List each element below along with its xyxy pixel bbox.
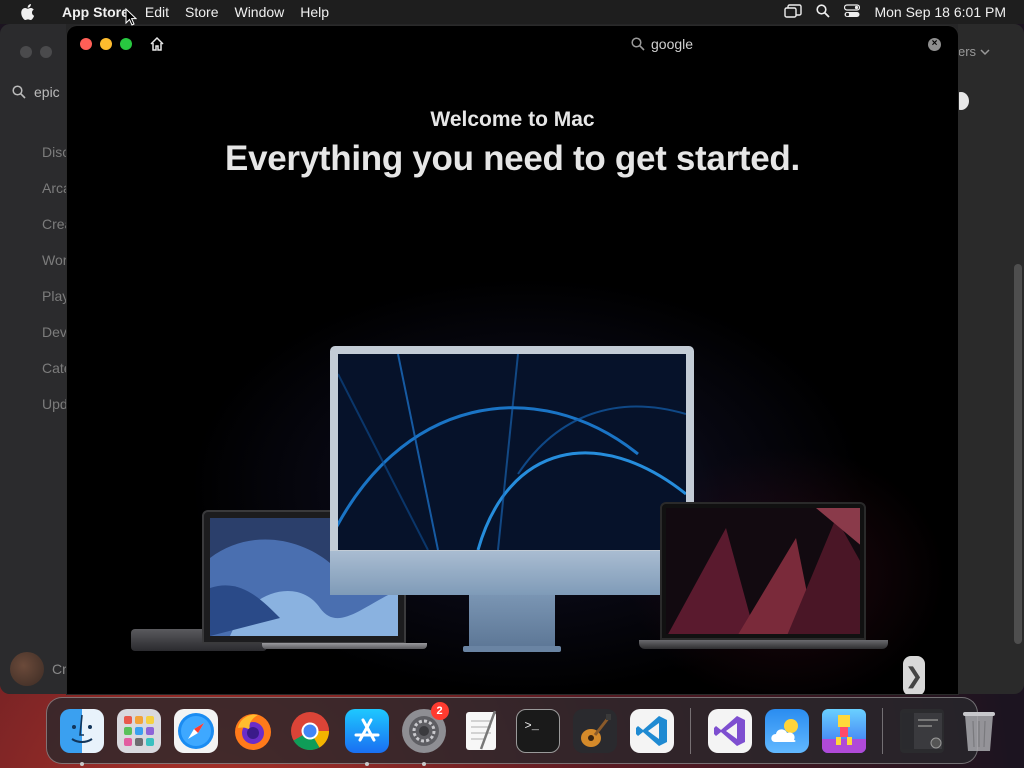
imac-stand [469, 595, 555, 651]
macbook-pro-image [660, 502, 866, 640]
imac-image [330, 346, 694, 554]
zoom-button[interactable] [120, 38, 132, 50]
dock-item-vscode[interactable] [627, 706, 677, 756]
sidebar-item-play[interactable]: Play [42, 278, 66, 314]
sidebar-item-create[interactable]: Create [42, 206, 66, 242]
app-store-search-value[interactable]: epic [34, 84, 60, 100]
app-store-sidebar-nav: Discover Arcade Create Work Play Develop… [42, 134, 66, 422]
account-label: Cr [52, 661, 67, 677]
chevron-down-icon [980, 49, 990, 56]
sidebar-item-develop[interactable]: Develop [42, 314, 66, 350]
dock-item-garageband[interactable] [570, 706, 620, 756]
finder-icon [59, 708, 104, 753]
account-button[interactable]: Cr [10, 652, 67, 686]
trash-icon [957, 709, 1001, 753]
inactive-minimize-button[interactable] [40, 46, 52, 58]
mouse-cursor-icon [125, 7, 138, 31]
dock-item-trash[interactable] [954, 706, 1004, 756]
clear-search-icon[interactable]: × [928, 37, 941, 51]
search-icon [631, 37, 645, 51]
running-indicator [79, 761, 84, 766]
sidebar-item-discover[interactable]: Discover [42, 134, 66, 170]
sidebar-item-updates[interactable]: Updates [42, 386, 66, 422]
weather-icon [764, 708, 809, 753]
home-icon[interactable] [149, 36, 165, 52]
dock-item-app-store[interactable] [342, 706, 392, 766]
inactive-window-controls [20, 46, 52, 58]
window-controls [80, 38, 132, 50]
inactive-close-button[interactable] [20, 46, 32, 58]
menu-help[interactable]: Help [292, 0, 337, 24]
welcome-search-field[interactable]: × [625, 33, 947, 55]
running-indicator [421, 761, 426, 766]
dock-item-terminal[interactable]: >_ [513, 706, 563, 756]
dock-item-finder[interactable] [57, 706, 107, 766]
menu-window[interactable]: Window [226, 0, 292, 24]
dock-item-textedit[interactable] [456, 706, 506, 756]
running-indicator [364, 761, 369, 766]
sidebar-item-categories[interactable]: Categories [42, 350, 66, 386]
launchpad-icon [116, 708, 161, 753]
spotlight-search-icon[interactable] [816, 3, 831, 21]
menu-edit[interactable]: Edit [137, 0, 177, 24]
dock-item-launchpad[interactable] [114, 706, 164, 756]
visual-studio-icon [707, 708, 752, 753]
apple-menu-icon[interactable] [0, 3, 54, 21]
dock-item-visual-studio[interactable] [705, 706, 755, 756]
search-input[interactable] [651, 36, 928, 52]
textedit-icon [459, 709, 503, 753]
terminal-prompt: >_ [524, 718, 539, 733]
sidebar-item-arcade[interactable]: Arcade [42, 170, 66, 206]
macbook-air-base [262, 643, 427, 649]
dock-separator [690, 707, 691, 754]
safari-icon [173, 708, 218, 753]
firefox-icon [231, 709, 275, 753]
dock: 2 >_ [46, 697, 995, 766]
dock-item-safari[interactable] [171, 706, 221, 756]
dock-item-firefox[interactable] [228, 706, 278, 756]
filter-dropdown[interactable]: ers [958, 44, 990, 59]
close-button[interactable] [80, 38, 92, 50]
terminal-icon: >_ [515, 708, 560, 753]
filter-label: ers [958, 44, 977, 59]
avatar [10, 652, 44, 686]
scrollbar-thumb[interactable] [1014, 264, 1022, 644]
screen-mirroring-icon[interactable] [784, 3, 803, 21]
dock-item-system-settings[interactable]: 2 [399, 701, 449, 766]
app-store-icon [344, 708, 389, 753]
dock-item-game[interactable] [819, 706, 869, 756]
imac-foot [463, 646, 561, 652]
game-icon [821, 708, 866, 753]
minimize-button[interactable] [100, 38, 112, 50]
search-icon [12, 85, 26, 99]
welcome-title: Everything you need to get started. [225, 139, 800, 178]
menu-store[interactable]: Store [177, 0, 226, 24]
dock-item-recent-window[interactable] [897, 706, 947, 756]
menu-clock[interactable]: Mon Sep 18 6:01 PM [874, 4, 1006, 20]
chrome-icon [288, 709, 332, 753]
welcome-to-mac-window: × Welcome to Mac Everything you need to … [67, 26, 958, 694]
imac-chin [330, 551, 694, 595]
menu-bar: App Store Edit Store Window Help Mon Sep… [0, 0, 1024, 24]
sidebar-item-work[interactable]: Work [42, 242, 66, 278]
dock-item-weather[interactable] [762, 706, 812, 756]
dock-separator [882, 707, 883, 754]
next-page-button[interactable]: ❯ [903, 656, 925, 694]
control-center-icon[interactable] [844, 3, 861, 21]
window-thumbnail-icon [899, 708, 944, 753]
macbook-pro-base [639, 640, 888, 649]
welcome-subtitle: Welcome to Mac [430, 108, 595, 131]
app-store-search[interactable]: epic [12, 84, 60, 100]
dock-item-chrome[interactable] [285, 706, 335, 756]
notification-badge: 2 [430, 701, 449, 720]
garageband-icon [572, 708, 617, 753]
vscode-icon [629, 708, 674, 753]
